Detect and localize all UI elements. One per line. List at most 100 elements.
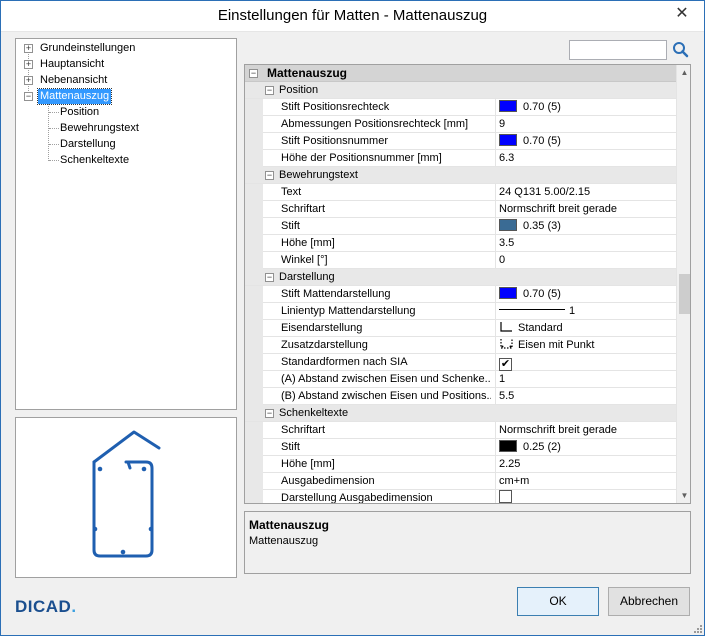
collapse-icon[interactable]: − — [24, 92, 33, 101]
category-darstellung[interactable]: − Darstellung — [245, 269, 676, 286]
category-position[interactable]: − Position — [245, 82, 676, 99]
row-gutter — [245, 116, 263, 133]
search-input[interactable] — [569, 40, 667, 60]
collapse-icon[interactable]: − — [265, 273, 274, 282]
property-row[interactable]: Standardformen nach SIA ✔ — [245, 354, 676, 371]
category-bewehrungstext[interactable]: − Bewehrungstext — [245, 167, 676, 184]
collapse-icon[interactable]: − — [265, 86, 274, 95]
ok-button[interactable]: OK — [517, 587, 599, 616]
scroll-thumb[interactable] — [679, 274, 690, 314]
property-value[interactable]: 5.5 — [495, 388, 676, 405]
property-value[interactable]: 9 — [495, 116, 676, 133]
collapse-icon[interactable]: − — [249, 69, 258, 78]
collapse-icon[interactable]: − — [265, 409, 274, 418]
property-row[interactable]: Stift 0.35 (3) — [245, 218, 676, 235]
property-row[interactable]: Zusatzdarstellung Eisen mit Punkt — [245, 337, 676, 354]
property-label: Abmessungen Positionsrechteck [mm] — [281, 118, 469, 130]
cancel-button[interactable]: Abbrechen — [608, 587, 690, 616]
tree-item-darstellung[interactable]: Darstellung — [60, 137, 220, 152]
grid-scrollbar[interactable]: ▲ ▼ — [676, 65, 690, 503]
dialog-window: Einstellungen für Matten - Mattenauszug … — [0, 0, 705, 636]
property-row[interactable]: Höhe [mm] 2.25 — [245, 456, 676, 473]
property-value[interactable]: 2.25 — [495, 456, 676, 473]
close-icon[interactable]: ✕ — [669, 3, 695, 25]
property-value[interactable]: 24 Q131 5.00/2.15 — [495, 184, 676, 201]
property-value[interactable]: 1 — [495, 371, 676, 388]
property-value[interactable]: Normschrift breit gerade — [495, 201, 676, 218]
collapse-icon[interactable]: − — [265, 171, 274, 180]
property-row[interactable]: (B) Abstand zwischen Eisen und Positions… — [245, 388, 676, 405]
row-gutter — [245, 201, 263, 218]
property-value[interactable]: 6.3 — [495, 150, 676, 167]
tree-item-hauptansicht[interactable]: + Hauptansicht — [24, 57, 224, 72]
expand-icon[interactable]: + — [24, 44, 33, 53]
row-gutter — [245, 422, 263, 439]
property-label: (B) Abstand zwischen Eisen und Positions… — [281, 390, 491, 402]
property-label: Höhe [mm] — [281, 237, 335, 249]
property-row[interactable]: Text 24 Q131 5.00/2.15 — [245, 184, 676, 201]
property-value[interactable]: 1 — [495, 303, 676, 320]
property-value[interactable]: 0.25 (2) — [495, 439, 676, 456]
tree-item-grundeinstellungen[interactable]: + Grundeinstellungen — [24, 41, 224, 56]
resize-grip-icon[interactable] — [692, 623, 702, 633]
output-dimension-checkbox[interactable] — [499, 490, 512, 503]
property-row[interactable]: Stift Mattendarstellung 0.70 (5) — [245, 286, 676, 303]
property-row[interactable]: Linientyp Mattendarstellung 1 — [245, 303, 676, 320]
property-row[interactable]: Höhe [mm] 3.5 — [245, 235, 676, 252]
rebar-stirrup-preview — [92, 430, 161, 558]
property-row[interactable]: Darstellung Ausgabedimension — [245, 490, 676, 503]
row-gutter — [245, 456, 263, 473]
property-value[interactable]: Standard — [495, 320, 676, 337]
property-row[interactable]: Ausgabedimension cm+m — [245, 473, 676, 490]
property-label: Stift — [281, 220, 300, 232]
tree-connector — [49, 128, 59, 129]
property-value[interactable]: 0 — [495, 252, 676, 269]
property-row[interactable]: Schriftart Normschrift breit gerade — [245, 201, 676, 218]
scroll-up-icon[interactable]: ▲ — [677, 65, 690, 80]
magnifier-icon[interactable] — [671, 40, 689, 60]
category-label: Bewehrungstext — [279, 169, 358, 181]
category-label: Darstellung — [279, 271, 335, 283]
tree-item-bewehrungstext[interactable]: Bewehrungstext — [60, 121, 220, 136]
property-value[interactable]: 0.70 (5) — [495, 286, 676, 303]
tree-item-schenkeltexte[interactable]: Schenkeltexte — [60, 153, 220, 168]
tree-item-mattenauszug[interactable]: − Mattenauszug — [24, 88, 224, 105]
property-row[interactable]: Schriftart Normschrift breit gerade — [245, 422, 676, 439]
row-gutter — [245, 354, 263, 371]
property-row[interactable]: (A) Abstand zwischen Eisen und Schenke..… — [245, 371, 676, 388]
category-schenkeltexte[interactable]: − Schenkeltexte — [245, 405, 676, 422]
property-row[interactable]: Stift Positionsnummer 0.70 (5) — [245, 133, 676, 150]
property-row[interactable]: Winkel [°] 0 — [245, 252, 676, 269]
tree-item-nebenansicht[interactable]: + Nebenansicht — [24, 73, 224, 88]
sia-checkbox[interactable]: ✔ — [499, 358, 512, 371]
property-row[interactable]: Stift Positionsrechteck 0.70 (5) — [245, 99, 676, 116]
property-row[interactable]: Stift 0.25 (2) — [245, 439, 676, 456]
property-value[interactable] — [495, 490, 676, 503]
expand-icon[interactable]: + — [24, 76, 33, 85]
pen-color-swatch — [499, 100, 517, 112]
property-value[interactable]: 0.70 (5) — [495, 133, 676, 150]
property-row[interactable]: Abmessungen Positionsrechteck [mm] 9 — [245, 116, 676, 133]
property-row[interactable]: Eisendarstellung Standard — [245, 320, 676, 337]
description-panel: Mattenauszug Mattenauszug — [244, 511, 691, 574]
property-value[interactable]: ✔ — [495, 354, 676, 371]
iron-standard-icon — [500, 322, 512, 332]
preview-panel — [15, 417, 237, 578]
property-label: Eisendarstellung — [281, 322, 363, 334]
tree-connector — [49, 144, 59, 145]
property-row[interactable]: Höhe der Positionsnummer [mm] 6.3 — [245, 150, 676, 167]
property-value[interactable]: Eisen mit Punkt — [495, 337, 676, 354]
property-value[interactable]: 0.35 (3) — [495, 218, 676, 235]
tree-item-label: Nebenansicht — [40, 74, 108, 86]
row-gutter — [245, 303, 263, 320]
grid-header-mattenauszug[interactable]: − Mattenauszug — [245, 65, 676, 82]
property-label: Schriftart — [281, 424, 326, 436]
property-value[interactable]: cm+m — [495, 473, 676, 490]
scroll-down-icon[interactable]: ▼ — [677, 488, 690, 503]
expand-icon[interactable]: + — [24, 60, 33, 69]
pen-value: 0.70 (5) — [523, 101, 561, 113]
property-value[interactable]: 0.70 (5) — [495, 99, 676, 116]
tree-item-position[interactable]: Position — [60, 105, 220, 120]
property-value[interactable]: 3.5 — [495, 235, 676, 252]
property-value[interactable]: Normschrift breit gerade — [495, 422, 676, 439]
